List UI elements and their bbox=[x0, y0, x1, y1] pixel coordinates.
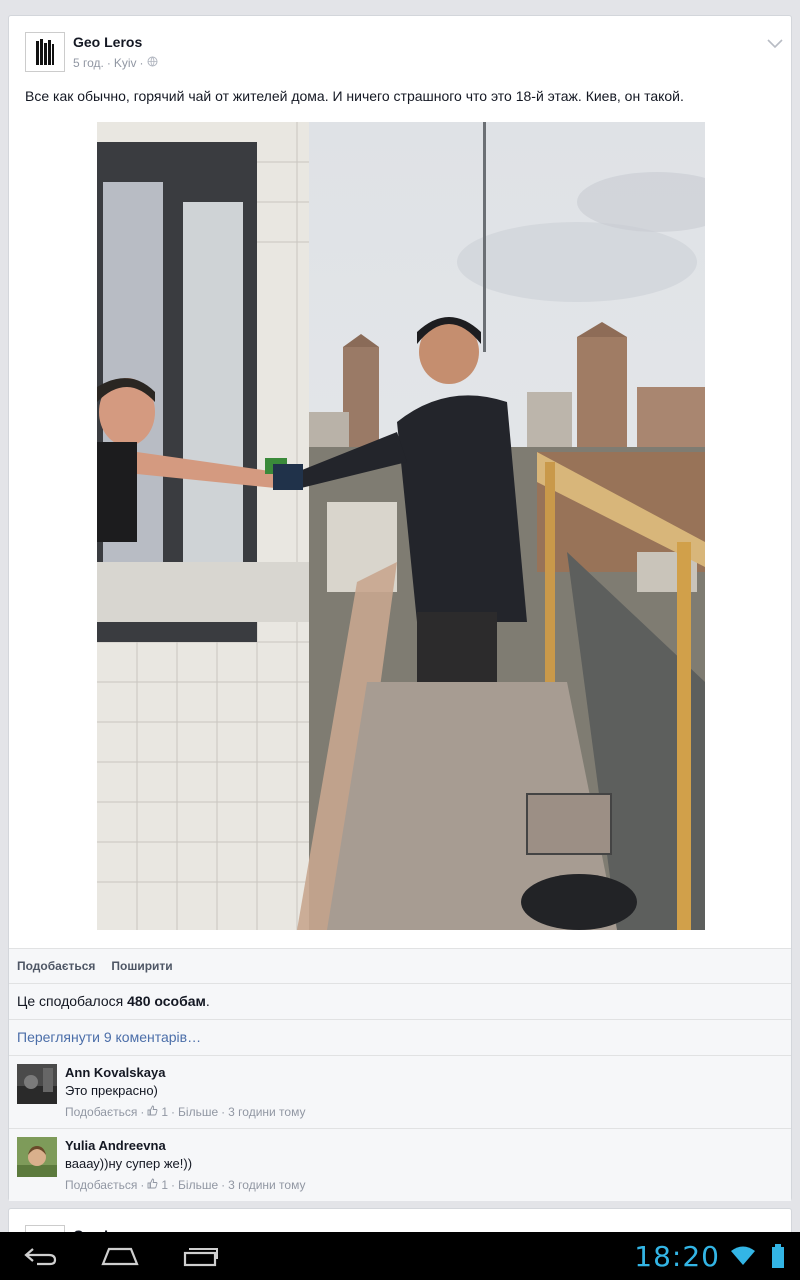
meta-separator: · bbox=[139, 56, 144, 70]
chevron-down-icon[interactable] bbox=[767, 36, 783, 54]
meta-separator: · bbox=[106, 56, 111, 70]
post-meta: 5 год. · Kyiv · bbox=[73, 56, 158, 70]
likes-summary[interactable]: Це сподобалося 480 особам. bbox=[9, 983, 791, 1019]
author-name[interactable]: Geo Leros bbox=[73, 34, 142, 50]
commenter-avatar[interactable] bbox=[17, 1137, 57, 1177]
comment-meta: Подобається · 1 · Більше · 3 години тому bbox=[65, 1178, 305, 1192]
thumbs-up-icon bbox=[147, 1178, 158, 1192]
commenter-avatar[interactable] bbox=[17, 1064, 57, 1104]
comment-item: Ann Kovalskaya Это прекрасно) Подобаєтьс… bbox=[9, 1055, 791, 1128]
comment-more-button[interactable]: Більше bbox=[178, 1105, 218, 1119]
post-location[interactable]: Kyiv bbox=[114, 56, 137, 70]
comment-meta: Подобається · 1 · Більше · 3 години тому bbox=[65, 1105, 305, 1119]
commenter-name[interactable]: Yulia Andreevna bbox=[65, 1138, 166, 1153]
meta-separator: · bbox=[221, 1178, 226, 1192]
author-avatar[interactable] bbox=[25, 32, 65, 72]
wifi-icon bbox=[730, 1242, 756, 1270]
view-comments-link[interactable]: Переглянути 9 коментарів… bbox=[9, 1019, 791, 1055]
recent-apps-icon[interactable] bbox=[182, 1242, 220, 1270]
post-photo[interactable] bbox=[97, 122, 705, 930]
meta-separator: · bbox=[140, 1178, 145, 1192]
meta-separator: · bbox=[171, 1105, 176, 1119]
home-icon[interactable] bbox=[100, 1242, 140, 1270]
comment-like-button[interactable]: Подобається bbox=[65, 1178, 137, 1192]
comment-text: вааау))ну супер же!)) bbox=[65, 1156, 193, 1171]
likes-prefix: Це сподобалося bbox=[17, 993, 128, 1009]
comment-text: Это прекрасно) bbox=[65, 1083, 158, 1098]
share-button[interactable]: Поширити bbox=[111, 959, 172, 973]
post-time[interactable]: 5 год. bbox=[73, 56, 104, 70]
comment-time[interactable]: 3 години тому bbox=[228, 1178, 305, 1192]
likes-count[interactable]: 480 особам bbox=[127, 993, 206, 1009]
comment-time[interactable]: 3 години тому bbox=[228, 1105, 305, 1119]
battery-icon bbox=[770, 1242, 786, 1270]
comment-like-button[interactable]: Подобається bbox=[65, 1105, 137, 1119]
meta-separator: · bbox=[171, 1178, 176, 1192]
meta-separator: · bbox=[140, 1105, 145, 1119]
thumbs-up-icon bbox=[147, 1105, 158, 1119]
back-icon[interactable] bbox=[22, 1242, 60, 1270]
meta-separator: · bbox=[221, 1105, 226, 1119]
globe-icon bbox=[147, 56, 158, 70]
system-navigation-bar: 18:20 bbox=[0, 1232, 800, 1280]
comment-more-button[interactable]: Більше bbox=[178, 1178, 218, 1192]
comment-like-count[interactable]: 1 bbox=[161, 1105, 168, 1119]
post-action-bar: Подобається Поширити bbox=[9, 948, 791, 983]
post-text: Все как обычно, горячий чай от жителей д… bbox=[25, 88, 684, 104]
comment-like-count[interactable]: 1 bbox=[161, 1178, 168, 1192]
comment-item: Yulia Andreevna вааау))ну супер же!)) По… bbox=[9, 1128, 791, 1201]
like-button[interactable]: Подобається bbox=[17, 959, 95, 973]
likes-suffix: . bbox=[205, 993, 210, 1009]
status-clock: 18:20 bbox=[634, 1240, 720, 1273]
commenter-name[interactable]: Ann Kovalskaya bbox=[65, 1065, 165, 1080]
post-card: Geo Leros 5 год. · Kyiv · Все как обычно… bbox=[8, 15, 792, 1201]
